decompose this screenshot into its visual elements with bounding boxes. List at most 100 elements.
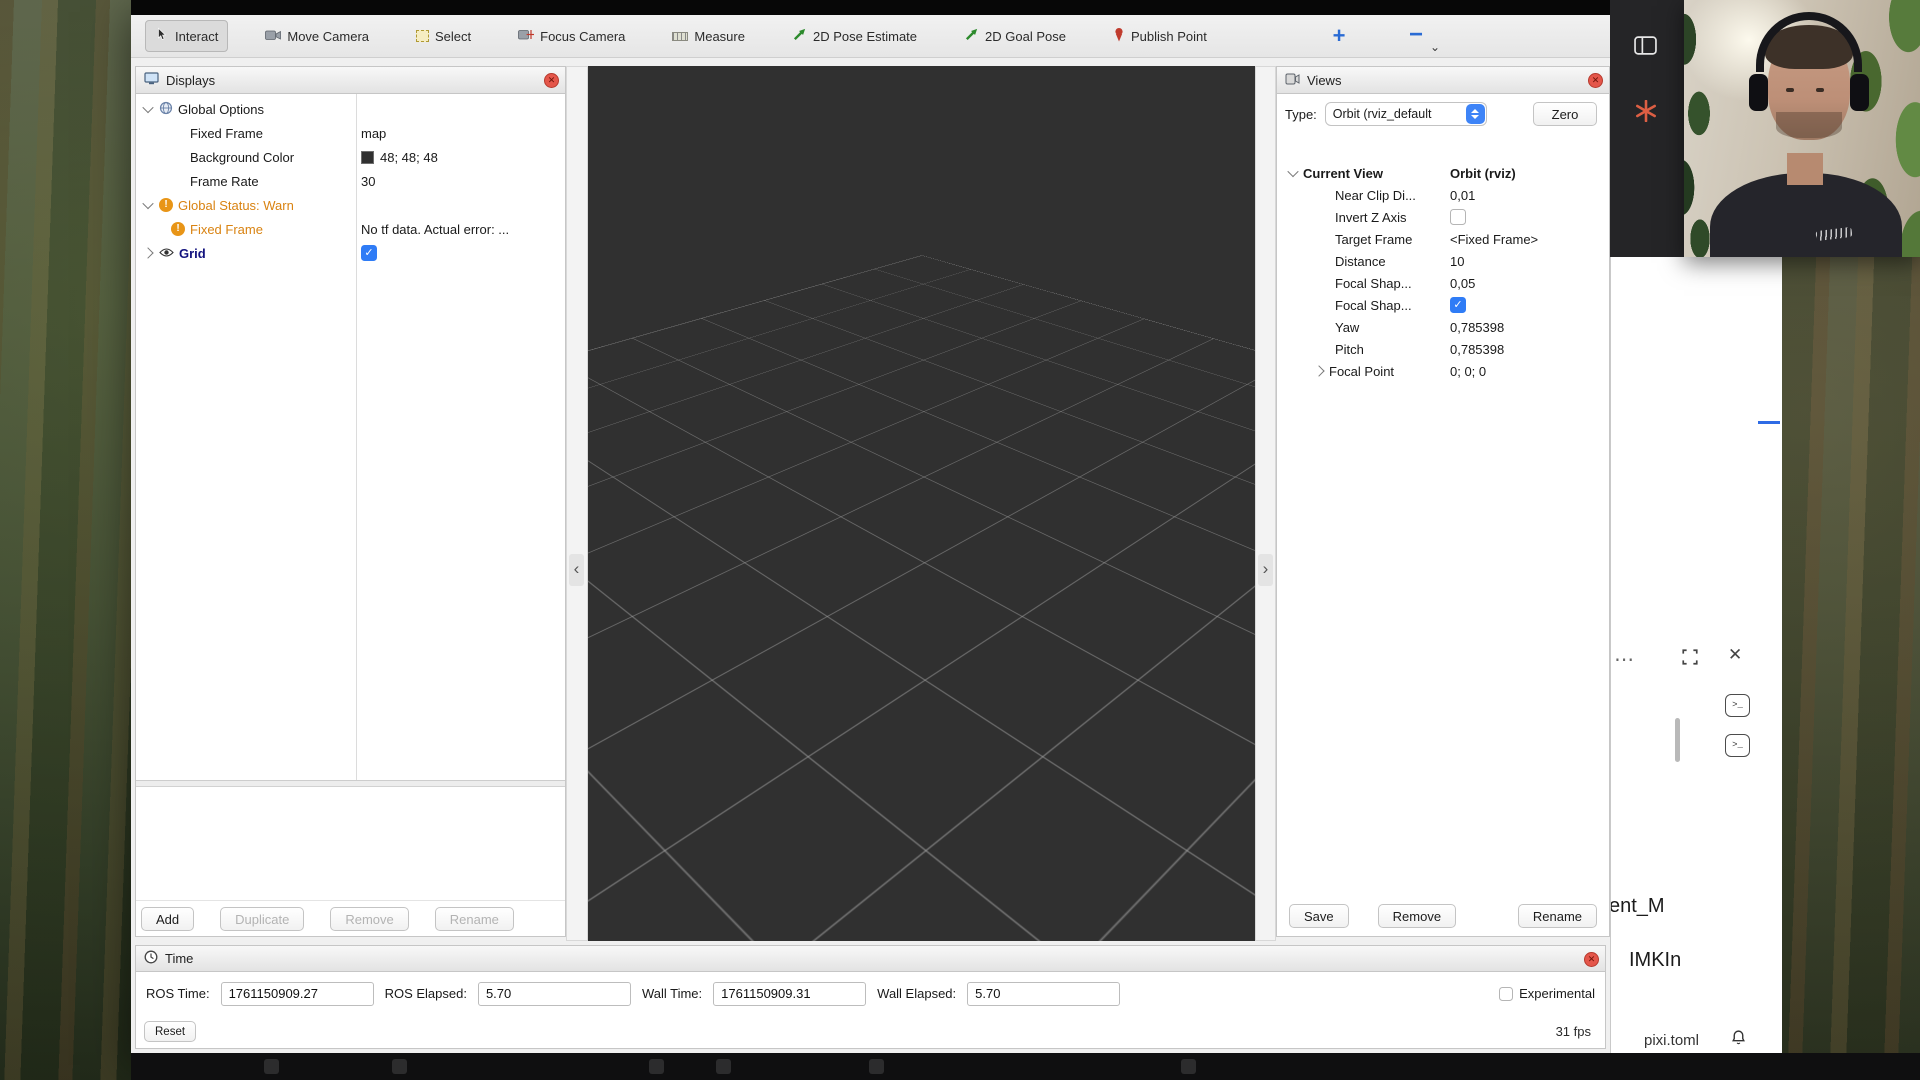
time-panel-titlebar[interactable]: Time (136, 946, 1605, 972)
views-tree: Current View Orbit (rviz) Near Clip Di..… (1277, 134, 1609, 382)
tool-move-camera[interactable]: Move Camera (255, 22, 379, 51)
dock-icon[interactable] (869, 1059, 884, 1074)
save-view-button[interactable]: Save (1289, 904, 1349, 928)
close-icon[interactable] (1728, 645, 1742, 665)
zero-button[interactable]: Zero (1533, 102, 1597, 126)
3d-viewport[interactable] (588, 66, 1255, 941)
color-swatch[interactable] (361, 151, 374, 164)
sidebar-layout-icon[interactable] (1634, 36, 1657, 60)
person-eye (1816, 88, 1824, 92)
tool-publish-point[interactable]: Publish Point (1103, 20, 1217, 52)
collapse-right-panel-button[interactable] (1258, 554, 1273, 586)
tool-focus-camera[interactable]: Focus Camera (508, 21, 635, 51)
red-asterisk-icon[interactable] (1635, 100, 1657, 127)
chevron-down-icon[interactable] (142, 198, 153, 209)
chevron-down-icon[interactable] (142, 102, 153, 113)
bell-icon[interactable] (1730, 1029, 1747, 1051)
wall-time-field[interactable]: 1761150909.31 (713, 982, 866, 1006)
add-tool-button[interactable] (1326, 24, 1352, 50)
dock-icon[interactable] (716, 1059, 731, 1074)
row-value[interactable]: <Fixed Frame> (1450, 232, 1609, 247)
terminal-icon[interactable] (1725, 694, 1750, 717)
chevron-right-icon[interactable] (142, 247, 153, 258)
headphone-cup (1749, 74, 1768, 111)
left-panel-resize-strip[interactable] (566, 66, 588, 941)
tree-row-fixed-frame[interactable]: Fixed Frame map (136, 121, 565, 145)
reset-time-button[interactable]: Reset (144, 1021, 196, 1042)
view-row-current-view[interactable]: Current View Orbit (rviz) (1277, 162, 1609, 184)
dock-icon[interactable] (649, 1059, 664, 1074)
tree-row-frame-rate[interactable]: Frame Rate 30 (136, 169, 565, 193)
close-icon[interactable] (544, 73, 559, 88)
row-value[interactable]: 10 (1450, 254, 1609, 269)
close-icon[interactable] (1588, 73, 1603, 88)
chevron-right-icon[interactable] (1313, 365, 1324, 376)
person-neck (1787, 153, 1823, 185)
view-row-pitch[interactable]: Pitch 0,785398 (1277, 338, 1609, 360)
tool-interact[interactable]: Interact (145, 20, 228, 52)
focal-shape-checkbox[interactable] (1450, 297, 1466, 313)
displays-panel-titlebar[interactable]: Displays (136, 67, 565, 94)
grid-enabled-checkbox[interactable] (361, 245, 377, 261)
row-value[interactable]: 48; 48; 48 (380, 150, 438, 165)
close-icon[interactable] (1584, 952, 1599, 967)
toolbar-overflow-chevron-icon[interactable] (1427, 41, 1443, 55)
view-row-near-clip[interactable]: Near Clip Di... 0,01 (1277, 184, 1609, 206)
displays-tree: Global Options Fixed Frame map Backgroun… (136, 94, 565, 781)
row-value[interactable]: 0; 0; 0 (1450, 364, 1609, 379)
view-row-target-frame[interactable]: Target Frame <Fixed Frame> (1277, 228, 1609, 250)
right-panel-resize-strip[interactable] (1255, 66, 1276, 941)
wall-elapsed-field[interactable]: 5.70 (967, 982, 1120, 1006)
remove-view-button[interactable]: Remove (1378, 904, 1456, 928)
panel-title: Displays (166, 73, 215, 88)
tool-label: Publish Point (1131, 29, 1207, 44)
terminal-icon[interactable] (1725, 734, 1750, 757)
scrollbar-thumb[interactable] (1675, 718, 1680, 762)
view-row-focal-shape-fixed[interactable]: Focal Shap... (1277, 294, 1609, 316)
experimental-checkbox[interactable] (1499, 987, 1513, 1001)
view-row-focal-point[interactable]: Focal Point 0; 0; 0 (1277, 360, 1609, 382)
invert-z-checkbox[interactable] (1450, 209, 1466, 225)
tree-row-grid[interactable]: Grid (136, 241, 565, 265)
tree-row-fixed-frame-warning[interactable]: Fixed Frame No tf data. Actual error: ..… (136, 217, 565, 241)
remove-tool-button[interactable] (1403, 24, 1429, 50)
views-panel-titlebar[interactable]: Views (1277, 67, 1609, 94)
expand-icon[interactable] (1681, 648, 1699, 671)
taskbar[interactable] (131, 1053, 1920, 1080)
add-display-button[interactable]: Add (141, 907, 194, 931)
view-row-invert-z[interactable]: Invert Z Axis (1277, 206, 1609, 228)
tool-2d-goal-pose[interactable]: 2D Goal Pose (954, 20, 1076, 52)
view-type-combobox[interactable]: Orbit (rviz_default (1325, 102, 1487, 126)
row-value[interactable]: 0,785398 (1450, 320, 1609, 335)
row-label: Focal Shap... (1335, 276, 1412, 291)
tree-row-global-options[interactable]: Global Options (136, 97, 565, 121)
tool-measure[interactable]: Measure (662, 22, 755, 51)
combo-stepper-icon[interactable] (1466, 104, 1485, 124)
row-value[interactable]: 0,785398 (1450, 342, 1609, 357)
chevron-down-icon[interactable] (1287, 166, 1298, 177)
duplicate-display-button[interactable]: Duplicate (220, 907, 304, 931)
status-bar-filename[interactable]: pixi.toml (1644, 1032, 1699, 1049)
view-row-distance[interactable]: Distance 10 (1277, 250, 1609, 272)
view-row-yaw[interactable]: Yaw 0,785398 (1277, 316, 1609, 338)
dock-icon[interactable] (1181, 1059, 1196, 1074)
dock-icon[interactable] (264, 1059, 279, 1074)
view-row-focal-shape-size[interactable]: Focal Shap... 0,05 (1277, 272, 1609, 294)
tool-2d-pose-estimate[interactable]: 2D Pose Estimate (782, 20, 927, 52)
dock-icon[interactable] (392, 1059, 407, 1074)
ros-elapsed-field[interactable]: 5.70 (478, 982, 631, 1006)
tree-row-background-color[interactable]: Background Color 48; 48; 48 (136, 145, 565, 169)
row-value[interactable]: 30 (356, 174, 565, 189)
collapse-left-panel-button[interactable] (569, 554, 584, 586)
rename-display-button[interactable]: Rename (435, 907, 514, 931)
remove-display-button[interactable]: Remove (330, 907, 408, 931)
tool-select[interactable]: Select (406, 22, 481, 51)
displays-panel: Displays Global Options Fixed Frame map … (135, 66, 566, 937)
overflow-menu-icon[interactable] (1614, 647, 1635, 672)
ros-time-field[interactable]: 1761150909.27 (221, 982, 374, 1006)
row-value[interactable]: 0,01 (1450, 188, 1609, 203)
rename-view-button[interactable]: Rename (1518, 904, 1597, 928)
row-value[interactable]: map (356, 126, 565, 141)
tree-row-global-status[interactable]: Global Status: Warn (136, 193, 565, 217)
row-value[interactable]: 0,05 (1450, 276, 1609, 291)
